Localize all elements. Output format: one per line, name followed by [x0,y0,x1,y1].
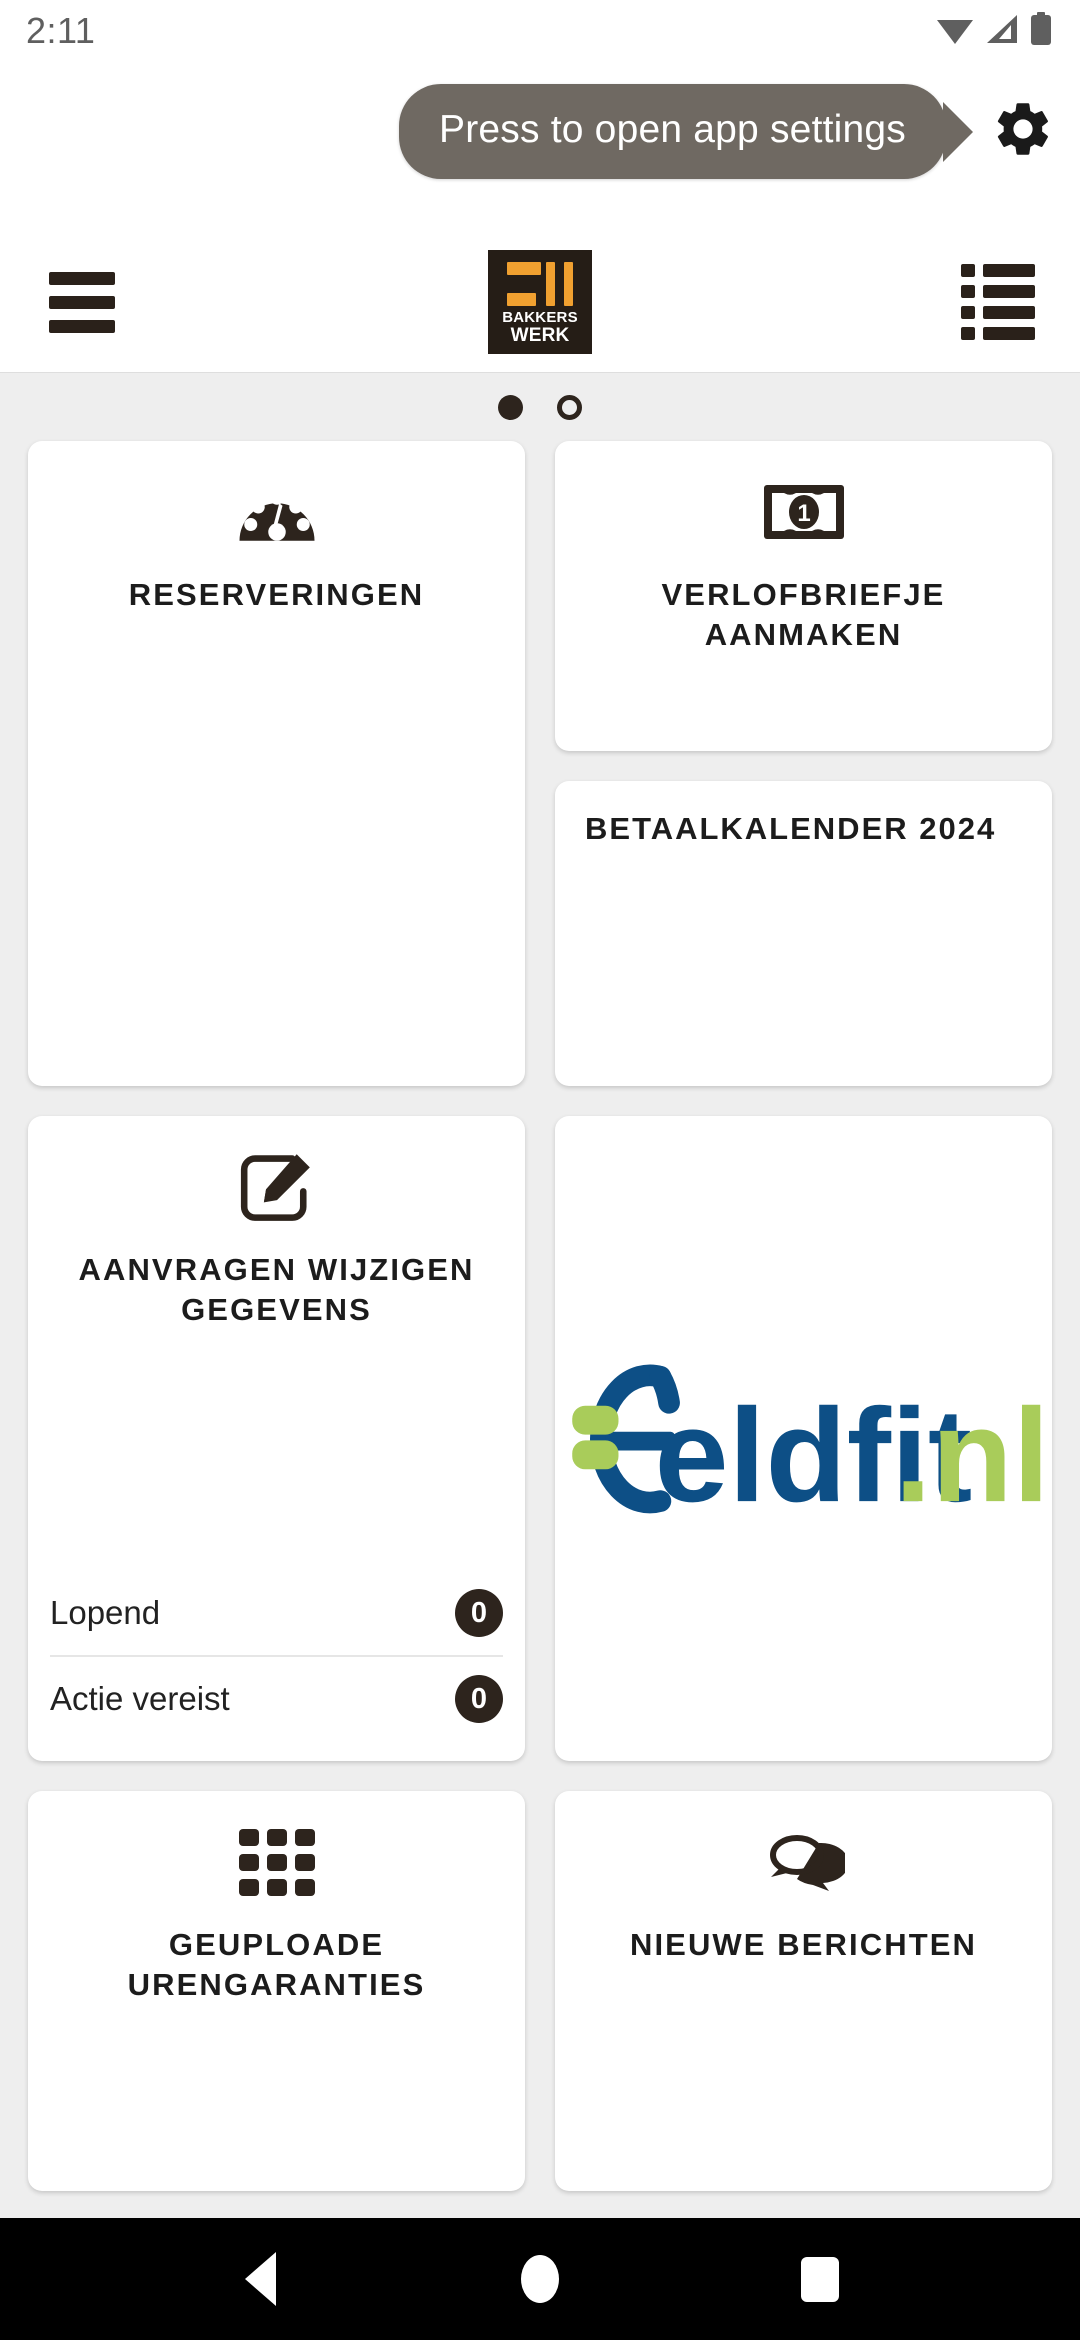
dashboard-grid: RESERVERINGEN AANVRAGEN WIJZIGEN GEGEVEN… [0,441,1080,2191]
speedometer-icon [52,475,501,549]
dashboard-content: RESERVERINGEN AANVRAGEN WIJZIGEN GEGEVEN… [0,372,1080,2218]
home-button[interactable] [480,2229,600,2329]
card-title: NIEUWE BERICHTEN [629,1927,978,1962]
gear-icon [991,97,1055,166]
card-body [555,849,1052,1086]
recents-button[interactable] [760,2229,880,2329]
geldfit-logo-art: eldfit .nl [572,1364,1042,1530]
page-dot-1[interactable] [498,394,523,420]
card-title: BETAALKALENDER 2024 [585,811,997,846]
dashboard-column-right: 1 VERLOFBRIEFJE AANMAKEN BETAALKALENDER … [555,441,1052,2191]
stat-row[interactable]: Lopend 0 [50,1571,503,1657]
logo-text-line1: BAKKERS [502,309,578,326]
stat-label: Lopend [50,1594,161,1631]
grid-3x3-icon [52,1825,501,1899]
chat-bubbles-icon [579,1825,1028,1899]
app-screen: 2:11 Press to open app settings BAKKERS … [0,0,1080,2340]
card-title: VERLOFBRIEFJE AANMAKEN [661,577,946,652]
tooltip-text: Press to open app settings [399,84,946,179]
logo-bar-1 [546,262,555,306]
card-title: RESERVERINGEN [128,577,425,612]
home-circle-icon [521,2255,559,2303]
android-navigation-bar [0,2218,1080,2340]
stat-badge: 0 [455,1589,503,1637]
card-reserveringen[interactable]: RESERVERINGEN [28,441,525,1086]
status-bar: 2:11 [0,0,1080,62]
hamburger-menu-icon [49,271,115,333]
stat-row[interactable]: Actie vereist 0 [50,1657,503,1741]
status-bar-clock: 2:11 [26,10,96,51]
logo-bar-2 [564,262,573,306]
card-geldfit[interactable]: eldfit .nl [555,1116,1052,1761]
card-aanvragen-wijzigen-gegevens[interactable]: AANVRAGEN WIJZIGEN GEGEVENS Lopend 0 Act… [28,1116,525,1761]
page-indicator[interactable] [0,373,1080,441]
stat-badge: 0 [455,1675,503,1723]
toolbar: BAKKERS WERK [0,232,1080,372]
app-bar: Press to open app settings BAKKERS WERK [0,62,1080,372]
dashboard-column-left: RESERVERINGEN AANVRAGEN WIJZIGEN GEGEVEN… [28,441,525,2191]
card-body [555,654,1052,751]
card-body [28,1329,525,1571]
card-betaalkalender[interactable]: BETAALKALENDER 2024 [555,781,1052,1086]
logo-text-line2: WERK [510,325,570,346]
list-view-icon [961,264,1035,340]
settings-tooltip: Press to open app settings [399,84,1060,179]
card-geuploade-urengaranties[interactable]: GEUPLOADE URENGARANTIES [28,1791,525,2191]
edit-pencil-icon [52,1150,501,1224]
card-body [28,2004,525,2191]
cellular-signal-icon [985,13,1019,50]
geldfit-logo: eldfit .nl [555,1116,1052,1761]
card-body [28,615,525,1086]
card-title: GEUPLOADE URENGARANTIES [127,1927,426,2002]
recents-square-icon [801,2256,839,2302]
page-dot-2[interactable] [557,394,582,420]
card-body [555,1965,1052,2191]
wifi-icon [936,13,974,50]
svg-text:1: 1 [797,500,810,527]
logo-mark [496,262,584,306]
app-logo: BAKKERS WERK [488,250,592,354]
settings-button[interactable] [986,95,1060,169]
status-bar-icons [936,11,1052,51]
back-button[interactable] [200,2229,320,2329]
stat-label: Actie vereist [50,1680,230,1717]
back-triangle-icon [244,2252,276,2306]
card-nieuwe-berichten[interactable]: NIEUWE BERICHTEN [555,1791,1052,2191]
list-view-button[interactable] [952,256,1044,348]
logo-bars [507,262,541,306]
card-verlofbriefje-aanmaken[interactable]: 1 VERLOFBRIEFJE AANMAKEN [555,441,1052,751]
svg-text:.nl: .nl [895,1382,1042,1530]
stat-list: Lopend 0 Actie vereist 0 [28,1571,525,1761]
battery-icon [1030,11,1052,51]
card-title: AANVRAGEN WIJZIGEN GEGEVENS [78,1252,475,1327]
banknote-icon: 1 [579,475,1028,549]
menu-button[interactable] [36,256,128,348]
